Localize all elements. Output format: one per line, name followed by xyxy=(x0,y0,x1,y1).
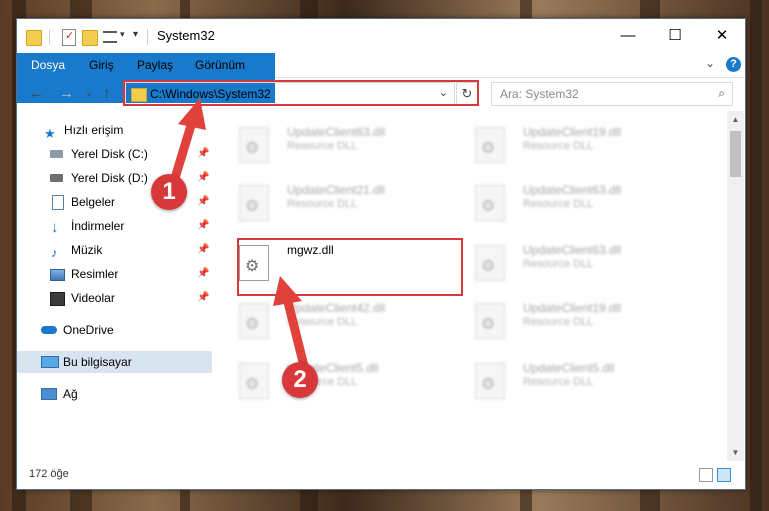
search-icon[interactable]: ⌕ xyxy=(718,86,725,101)
dll-file-icon xyxy=(239,303,269,339)
videos-icon xyxy=(50,292,65,306)
file-item[interactable]: UpdateClient19.dll Resource DLL xyxy=(449,121,679,171)
pin-icon[interactable]: 📌 xyxy=(197,143,209,165)
dll-file-icon xyxy=(475,363,505,399)
pictures-icon xyxy=(50,269,65,281)
dll-file-icon xyxy=(475,303,505,339)
download-icon: ↓ xyxy=(51,219,59,236)
status-bar: 172 öğe xyxy=(17,465,745,487)
close-button[interactable]: ✕ xyxy=(699,19,745,53)
forward-button[interactable]: → xyxy=(59,85,74,102)
nav-item-onedrive[interactable]: OneDrive xyxy=(17,319,212,341)
scroll-thumb[interactable] xyxy=(730,131,741,177)
pin-icon[interactable]: 📌 xyxy=(197,167,209,189)
pin-icon[interactable]: 📌 xyxy=(197,215,209,237)
nav-item-pictures[interactable]: Resimler 📌 xyxy=(17,263,212,285)
network-icon xyxy=(41,388,57,400)
details-view-icon[interactable] xyxy=(699,468,713,482)
documents-icon xyxy=(52,195,64,210)
title-bar: ▾ ▾ System32 — ☐ ✕ xyxy=(17,19,745,53)
address-row: ← → ⌄ ↑ C:\Windows\System32 ⌄ ↻ Ara: Sys… xyxy=(17,78,745,110)
navigation-pane: ★ Hızlı erişim Yerel Disk (C:) 📌 Yerel D… xyxy=(17,111,212,461)
item-count: 172 öğe xyxy=(29,468,69,480)
chevron-down-icon[interactable]: ▾ xyxy=(120,29,125,40)
ribbon: Dosya Giriş Paylaş Görünüm ⌄ ? xyxy=(17,53,745,103)
dll-file-icon xyxy=(475,127,505,163)
recent-locations-button[interactable]: ⌄ xyxy=(85,88,93,99)
background-tree xyxy=(750,0,762,511)
star-icon: ★ xyxy=(44,126,56,141)
tab-share[interactable]: Paylaş xyxy=(125,53,185,77)
nav-item-local-disk-c[interactable]: Yerel Disk (C:) 📌 xyxy=(17,143,212,165)
search-box[interactable]: Ara: System32 ⌕ xyxy=(491,82,733,106)
dll-file-icon xyxy=(475,245,505,281)
step-badge-1: 1 xyxy=(151,174,187,210)
file-item[interactable]: UpdateClient21.dll Resource DLL xyxy=(213,179,443,229)
toolbar-separator xyxy=(147,29,148,45)
back-button[interactable]: ← xyxy=(29,85,44,102)
pin-icon[interactable]: 📌 xyxy=(197,263,209,285)
file-item[interactable]: UpdateClient5.dll Resource DLL xyxy=(449,357,679,407)
properties-icon[interactable] xyxy=(62,29,76,46)
tab-view[interactable]: Görünüm xyxy=(183,53,257,77)
nav-item-network[interactable]: Ağ xyxy=(17,383,212,405)
vertical-scrollbar[interactable]: ▲ ▼ xyxy=(727,111,744,461)
tab-home[interactable]: Giriş xyxy=(77,53,126,77)
quick-access-dropdown-icon[interactable]: ▾ xyxy=(133,29,138,40)
annotation-highlight-address xyxy=(123,80,479,106)
scroll-up-icon[interactable]: ▲ xyxy=(727,111,744,128)
customize-toolbar-icon[interactable] xyxy=(103,31,117,43)
maximize-button[interactable]: ☐ xyxy=(652,19,698,53)
music-icon: ♪ xyxy=(51,245,58,260)
pin-icon[interactable]: 📌 xyxy=(197,287,209,309)
dll-file-icon xyxy=(239,127,269,163)
dll-file-icon xyxy=(475,185,505,221)
nav-item-music[interactable]: ♪ Müzik 📌 xyxy=(17,239,212,261)
new-folder-icon[interactable] xyxy=(82,30,98,46)
up-button[interactable]: ↑ xyxy=(103,85,111,102)
nav-item-videos[interactable]: Videolar 📌 xyxy=(17,287,212,309)
window-title: System32 xyxy=(157,28,215,43)
file-item[interactable]: UpdateClient63.dll Resource DLL xyxy=(449,179,679,229)
file-item[interactable]: UpdateClient5.dll Resource DLL xyxy=(213,357,443,407)
pin-icon[interactable]: 📌 xyxy=(197,239,209,261)
file-item[interactable]: UpdateClient19.dll Resource DLL xyxy=(449,297,679,347)
computer-icon xyxy=(41,356,59,368)
pin-icon[interactable]: 📌 xyxy=(197,191,209,213)
nav-item-downloads[interactable]: ↓ İndirmeler 📌 xyxy=(17,215,212,237)
help-icon[interactable]: ? xyxy=(726,57,741,72)
dll-file-icon xyxy=(239,185,269,221)
scroll-down-icon[interactable]: ▼ xyxy=(727,444,744,461)
dll-file-icon xyxy=(239,363,269,399)
nav-item-quick-access[interactable]: ★ Hızlı erişim xyxy=(17,119,212,141)
drive-icon xyxy=(50,150,63,158)
search-input[interactable]: Ara: System32 xyxy=(500,87,579,101)
nav-item-this-pc[interactable]: Bu bilgisayar xyxy=(17,351,212,373)
expand-ribbon-icon[interactable]: ⌄ xyxy=(705,56,715,70)
folder-icon xyxy=(26,30,42,46)
file-explorer-window: ▾ ▾ System32 — ☐ ✕ Dosya Giriş Paylaş Gö… xyxy=(16,18,746,490)
minimize-button[interactable]: — xyxy=(605,19,651,53)
drive-icon xyxy=(50,174,63,182)
toolbar-separator xyxy=(49,29,50,45)
file-item[interactable]: UpdateClient63.dll Resource DLL xyxy=(449,239,679,289)
step-badge-2: 2 xyxy=(282,362,318,398)
file-item[interactable]: UpdateClient42.dll Resource DLL xyxy=(213,297,443,347)
annotation-highlight-file xyxy=(237,238,463,296)
cloud-icon xyxy=(41,326,57,334)
large-icons-view-icon[interactable] xyxy=(717,468,731,482)
file-item[interactable]: UpdateClient63.dll Resource DLL xyxy=(213,121,443,171)
